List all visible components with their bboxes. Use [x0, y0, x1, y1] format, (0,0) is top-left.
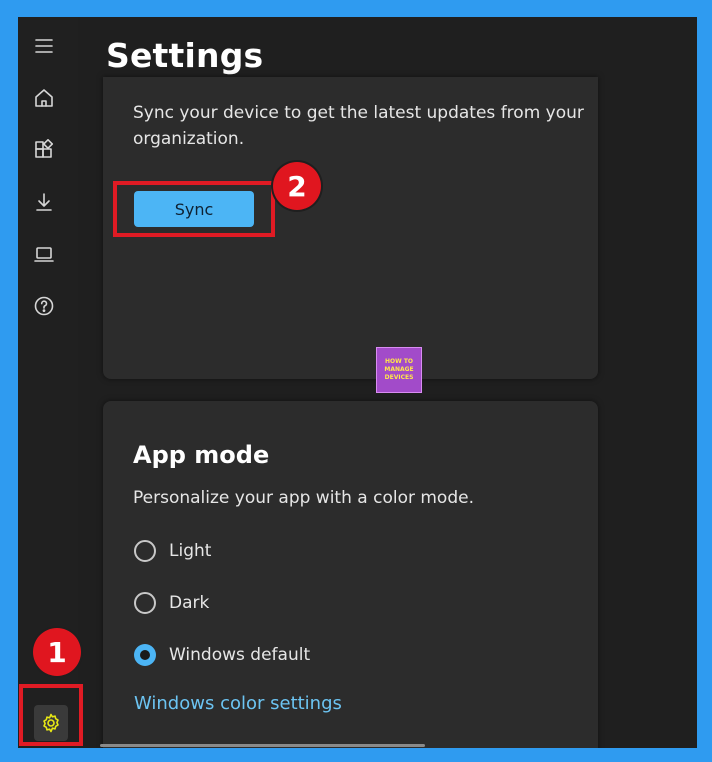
- home-icon: [35, 89, 53, 107]
- radio-windows-default[interactable]: Windows default: [134, 644, 310, 666]
- app-window: Settings Sync your device to get the lat…: [18, 17, 697, 748]
- radio-circle-selected[interactable]: [134, 644, 156, 666]
- nav-home[interactable]: [31, 85, 57, 111]
- radio-circle[interactable]: [134, 540, 156, 562]
- highlight-sync-button: [113, 181, 275, 237]
- radio-light[interactable]: Light: [134, 540, 211, 562]
- app-mode-card: App mode Personalize your app with a col…: [103, 401, 598, 748]
- page-title: Settings: [106, 36, 264, 75]
- radio-label: Windows default: [169, 645, 311, 665]
- nav-apps[interactable]: [31, 137, 57, 163]
- hamburger-icon: [35, 39, 53, 53]
- watermark-line: DEVICES: [384, 374, 414, 381]
- hamburger-menu-button[interactable]: [31, 33, 57, 59]
- watermark-line: MANAGE: [384, 366, 414, 373]
- app-mode-description: Personalize your app with a color mode.: [133, 488, 474, 508]
- radio-dark[interactable]: Dark: [134, 592, 209, 614]
- watermark-line: HOW TO: [384, 358, 414, 365]
- help-icon: [34, 296, 54, 316]
- step-badge-1: 1: [33, 628, 81, 676]
- step-badge-2: 2: [273, 162, 321, 210]
- radio-label: Light: [169, 541, 212, 561]
- download-icon: [36, 193, 52, 211]
- radio-label: Dark: [169, 593, 210, 613]
- watermark-logo: HOW TO MANAGE DEVICES: [376, 347, 422, 393]
- horizontal-scrollbar[interactable]: [100, 744, 425, 747]
- windows-color-settings-link[interactable]: Windows color settings: [134, 693, 342, 714]
- nav-downloads[interactable]: [31, 189, 57, 215]
- nav-help[interactable]: [31, 293, 57, 319]
- app-mode-title: App mode: [133, 441, 270, 469]
- apps-icon: [35, 139, 54, 158]
- laptop-icon: [34, 247, 54, 262]
- sync-description: Sync your device to get the latest updat…: [133, 103, 584, 149]
- radio-circle[interactable]: [134, 592, 156, 614]
- nav-devices[interactable]: [31, 241, 57, 267]
- highlight-settings-button: [19, 684, 83, 746]
